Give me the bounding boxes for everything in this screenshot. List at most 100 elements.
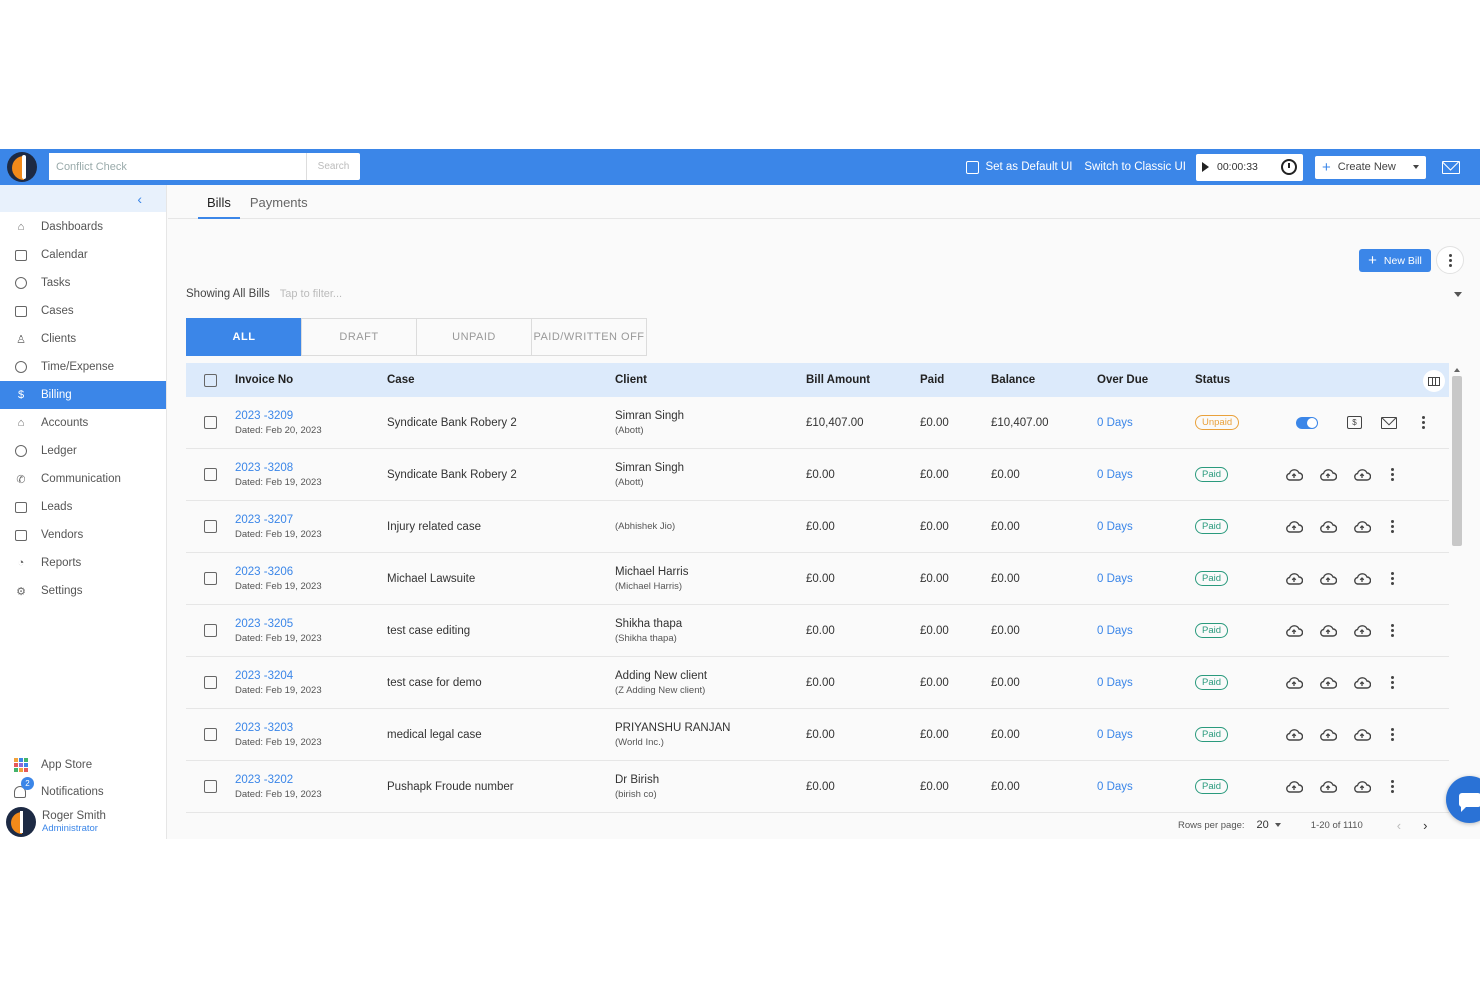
search-button[interactable]: Search — [306, 153, 360, 180]
cloud-upload-icon[interactable] — [1285, 520, 1303, 533]
column-header[interactable]: Invoice No — [235, 374, 387, 386]
caret-down-icon[interactable] — [1274, 823, 1281, 827]
cloud-upload-icon[interactable] — [1285, 780, 1303, 793]
rows-per-page-select[interactable]: 20 — [1257, 819, 1269, 831]
sidebar-item-app-store[interactable]: App Store — [0, 751, 167, 778]
table-row[interactable]: 2023 -3202 Dated: Feb 19, 2023 Pushapk Fro… — [186, 761, 1449, 813]
scrollbar-thumb[interactable] — [1451, 376, 1462, 546]
more-vert-icon[interactable] — [1391, 780, 1394, 793]
sidebar-item-settings[interactable]: ⚙ Settings — [0, 577, 166, 605]
sidebar-item-communication[interactable]: ✆ Communication — [0, 465, 166, 493]
play-icon[interactable] — [1202, 162, 1209, 172]
sidebar-item-calendar[interactable]: Calendar — [0, 241, 166, 269]
column-header[interactable]: Bill Amount — [806, 374, 920, 386]
sidebar-item-reports[interactable]: ◔ Reports — [0, 549, 166, 577]
table-row[interactable]: 2023 -3207 Dated: Feb 19, 2023 Injury rela… — [186, 501, 1449, 553]
cloud-upload-icon[interactable] — [1319, 728, 1337, 741]
column-header[interactable]: Client — [615, 374, 806, 386]
more-vert-icon[interactable] — [1422, 416, 1425, 429]
toggle-switch[interactable] — [1296, 416, 1318, 429]
cloud-upload-icon[interactable] — [1353, 676, 1371, 689]
row-checkbox[interactable] — [204, 572, 217, 585]
email-icon[interactable] — [1381, 416, 1397, 429]
segment-all[interactable]: ALL — [186, 318, 302, 356]
column-header[interactable]: Paid — [920, 374, 991, 386]
invoice-number-link[interactable]: 2023 -3205 — [235, 617, 387, 632]
set-default-ui-toggle[interactable]: Set as Default UI — [966, 160, 1072, 174]
segment-unpaid[interactable]: UNPAID — [416, 318, 532, 356]
row-checkbox[interactable] — [204, 416, 217, 429]
filter-input[interactable]: Tap to filter... — [280, 288, 342, 300]
sidebar-item-vendors[interactable]: Vendors — [0, 521, 166, 549]
create-new-button[interactable]: + Create New — [1315, 155, 1426, 179]
more-vert-icon[interactable] — [1391, 728, 1394, 741]
table-row[interactable]: 2023 -3208 Dated: Feb 19, 2023 Syndicate B… — [186, 449, 1449, 501]
column-header[interactable]: Balance — [991, 374, 1097, 386]
table-row[interactable]: 2023 -3203 Dated: Feb 19, 2023 medical leg… — [186, 709, 1449, 761]
conflict-check-input[interactable] — [49, 153, 306, 180]
cloud-upload-icon[interactable] — [1319, 572, 1337, 585]
cloud-upload-icon[interactable] — [1353, 780, 1371, 793]
user-profile[interactable]: Roger Smith Administrator — [0, 805, 167, 839]
cloud-upload-icon[interactable] — [1353, 624, 1371, 637]
invoice-number-link[interactable]: 2023 -3207 — [235, 513, 387, 528]
new-bill-button[interactable]: + New Bill — [1359, 249, 1431, 272]
cloud-upload-icon[interactable] — [1285, 676, 1303, 689]
mail-icon[interactable] — [1442, 160, 1460, 174]
more-vert-icon[interactable] — [1391, 624, 1394, 637]
column-header[interactable]: Status — [1195, 374, 1285, 386]
columns-icon[interactable] — [1423, 370, 1445, 392]
sidebar-item-billing[interactable]: $ Billing — [0, 381, 166, 409]
table-row[interactable]: 2023 -3209 Dated: Feb 20, 2023 Syndicate B… — [186, 397, 1449, 449]
cloud-upload-icon[interactable] — [1319, 468, 1337, 481]
invoice-number-link[interactable]: 2023 -3202 — [235, 773, 387, 788]
segment-draft[interactable]: DRAFT — [301, 318, 417, 356]
sidebar-item-leads[interactable]: Leads — [0, 493, 166, 521]
sidebar-item-tasks[interactable]: Tasks — [0, 269, 166, 297]
more-vert-icon[interactable] — [1391, 676, 1394, 689]
more-options-button[interactable] — [1436, 246, 1464, 274]
cloud-upload-icon[interactable] — [1319, 780, 1337, 793]
app-logo[interactable] — [7, 152, 37, 182]
sidebar-item-time-expense[interactable]: Time/Expense — [0, 353, 166, 381]
tab-payments[interactable]: Payments — [241, 195, 317, 218]
caret-down-icon[interactable] — [1454, 291, 1462, 297]
cloud-upload-icon[interactable] — [1353, 572, 1371, 585]
scroll-up-icon[interactable] — [1453, 368, 1460, 372]
cloud-upload-icon[interactable] — [1319, 624, 1337, 637]
column-header[interactable]: Case — [387, 374, 615, 386]
next-page-icon[interactable]: › — [1423, 818, 1427, 833]
switch-classic-ui-link[interactable]: Switch to Classic UI — [1084, 161, 1186, 173]
sidebar-item-dashboards[interactable]: ⌂ Dashboards — [0, 213, 166, 241]
tab-bills[interactable]: Bills — [198, 195, 240, 219]
payment-icon[interactable]: $ — [1347, 416, 1362, 429]
more-vert-icon[interactable] — [1391, 468, 1394, 481]
invoice-number-link[interactable]: 2023 -3206 — [235, 565, 387, 580]
invoice-number-link[interactable]: 2023 -3208 — [235, 461, 387, 476]
cloud-upload-icon[interactable] — [1319, 520, 1337, 533]
cloud-upload-icon[interactable] — [1319, 676, 1337, 689]
cloud-upload-icon[interactable] — [1353, 728, 1371, 741]
sidebar-collapse-button[interactable]: ‹ — [0, 185, 166, 212]
row-checkbox[interactable] — [204, 676, 217, 689]
row-checkbox[interactable] — [204, 728, 217, 741]
cloud-upload-icon[interactable] — [1285, 624, 1303, 637]
cloud-upload-icon[interactable] — [1353, 520, 1371, 533]
table-row[interactable]: 2023 -3204 Dated: Feb 19, 2023 test case f… — [186, 657, 1449, 709]
invoice-number-link[interactable]: 2023 -3204 — [235, 669, 387, 684]
more-vert-icon[interactable] — [1391, 520, 1394, 533]
sidebar-item-clients[interactable]: ♙ Clients — [0, 325, 166, 353]
cloud-upload-icon[interactable] — [1285, 572, 1303, 585]
segment-paid-written-off[interactable]: PAID/WRITTEN OFF — [531, 318, 647, 356]
clock-icon[interactable] — [1281, 159, 1297, 175]
sidebar-item-accounts[interactable]: ⌂ Accounts — [0, 409, 166, 437]
column-header[interactable]: Over Due — [1097, 374, 1195, 386]
row-checkbox[interactable] — [204, 468, 217, 481]
set-default-ui-checkbox[interactable] — [966, 160, 980, 174]
previous-page-icon[interactable]: ‹ — [1397, 818, 1401, 833]
row-checkbox[interactable] — [204, 624, 217, 637]
row-checkbox[interactable] — [204, 780, 217, 793]
invoice-number-link[interactable]: 2023 -3209 — [235, 409, 387, 424]
table-row[interactable]: 2023 -3205 Dated: Feb 19, 2023 test case e… — [186, 605, 1449, 657]
table-scrollbar[interactable] — [1450, 366, 1463, 826]
